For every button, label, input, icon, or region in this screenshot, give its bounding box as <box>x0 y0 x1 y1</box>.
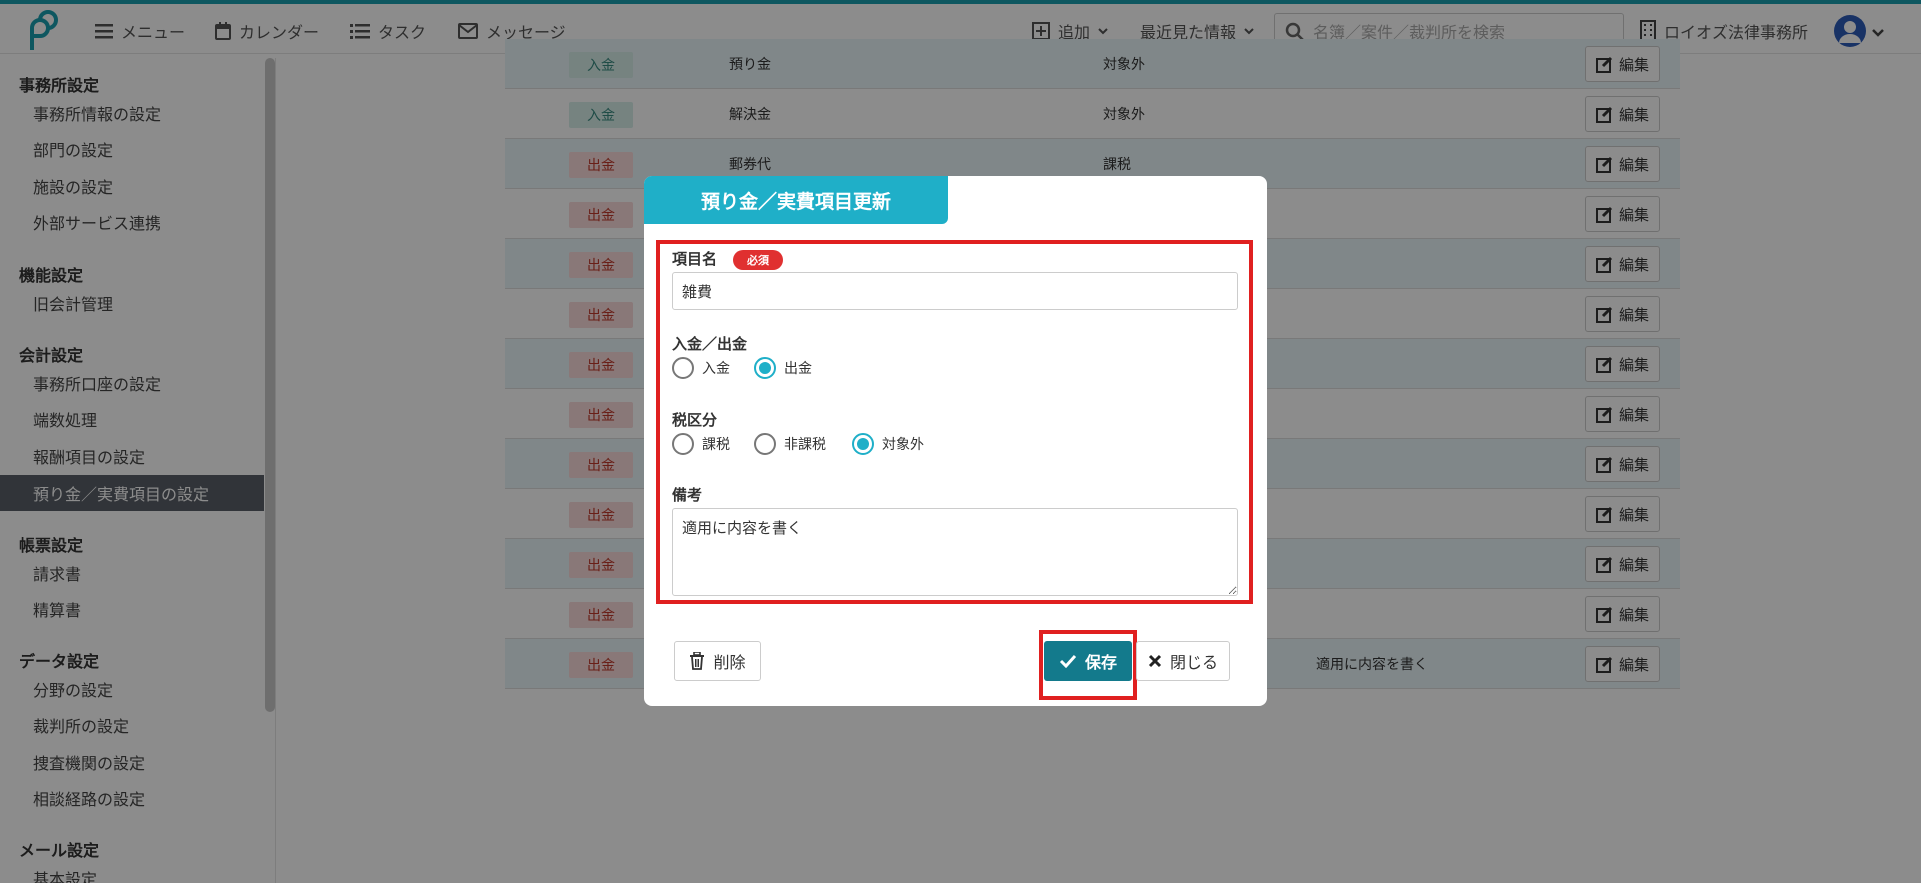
radio-circle[interactable] <box>672 433 694 455</box>
radio-deposit-label: 入金 <box>702 361 730 377</box>
close-button[interactable]: 閉じる <box>1136 641 1230 681</box>
required-badge: 必須 <box>733 250 783 270</box>
radio-exempt[interactable]: 対象外 <box>852 433 924 455</box>
radio-deposit[interactable]: 入金 <box>672 357 730 379</box>
delete-button[interactable]: 削除 <box>674 641 761 681</box>
radio-non-taxable-label: 非課税 <box>784 437 826 453</box>
close-label: 閉じる <box>1169 653 1218 672</box>
item-name-input[interactable] <box>672 272 1238 310</box>
radio-circle[interactable] <box>672 357 694 379</box>
save-button[interactable]: 保存 <box>1044 641 1132 681</box>
direction-label: 入金／出金 <box>672 335 748 353</box>
note-textarea[interactable]: 適用に内容を書く <box>672 508 1238 596</box>
close-icon <box>1148 654 1162 668</box>
radio-circle-selected[interactable] <box>754 357 776 379</box>
trash-icon <box>690 652 705 670</box>
radio-circle-selected[interactable] <box>852 433 874 455</box>
radio-withdrawal-label: 出金 <box>784 361 812 377</box>
radio-circle[interactable] <box>754 433 776 455</box>
radio-exempt-label: 対象外 <box>882 437 924 453</box>
radio-taxable[interactable]: 課税 <box>672 433 730 455</box>
item-name-label: 項目名 <box>672 250 718 268</box>
radio-withdrawal[interactable]: 出金 <box>754 357 812 379</box>
note-label: 備考 <box>672 486 703 504</box>
check-icon <box>1059 654 1077 668</box>
delete-label: 削除 <box>713 653 746 672</box>
item-update-modal: 預り金／実費項目更新 項目名 必須 入金／出金 入金 出金 税区分 課税 非課税… <box>644 176 1267 706</box>
save-label: 保存 <box>1084 653 1117 672</box>
modal-title: 預り金／実費項目更新 <box>644 176 948 224</box>
tax-label: 税区分 <box>672 411 718 429</box>
radio-taxable-label: 課税 <box>702 437 730 453</box>
radio-non-taxable[interactable]: 非課税 <box>754 433 826 455</box>
